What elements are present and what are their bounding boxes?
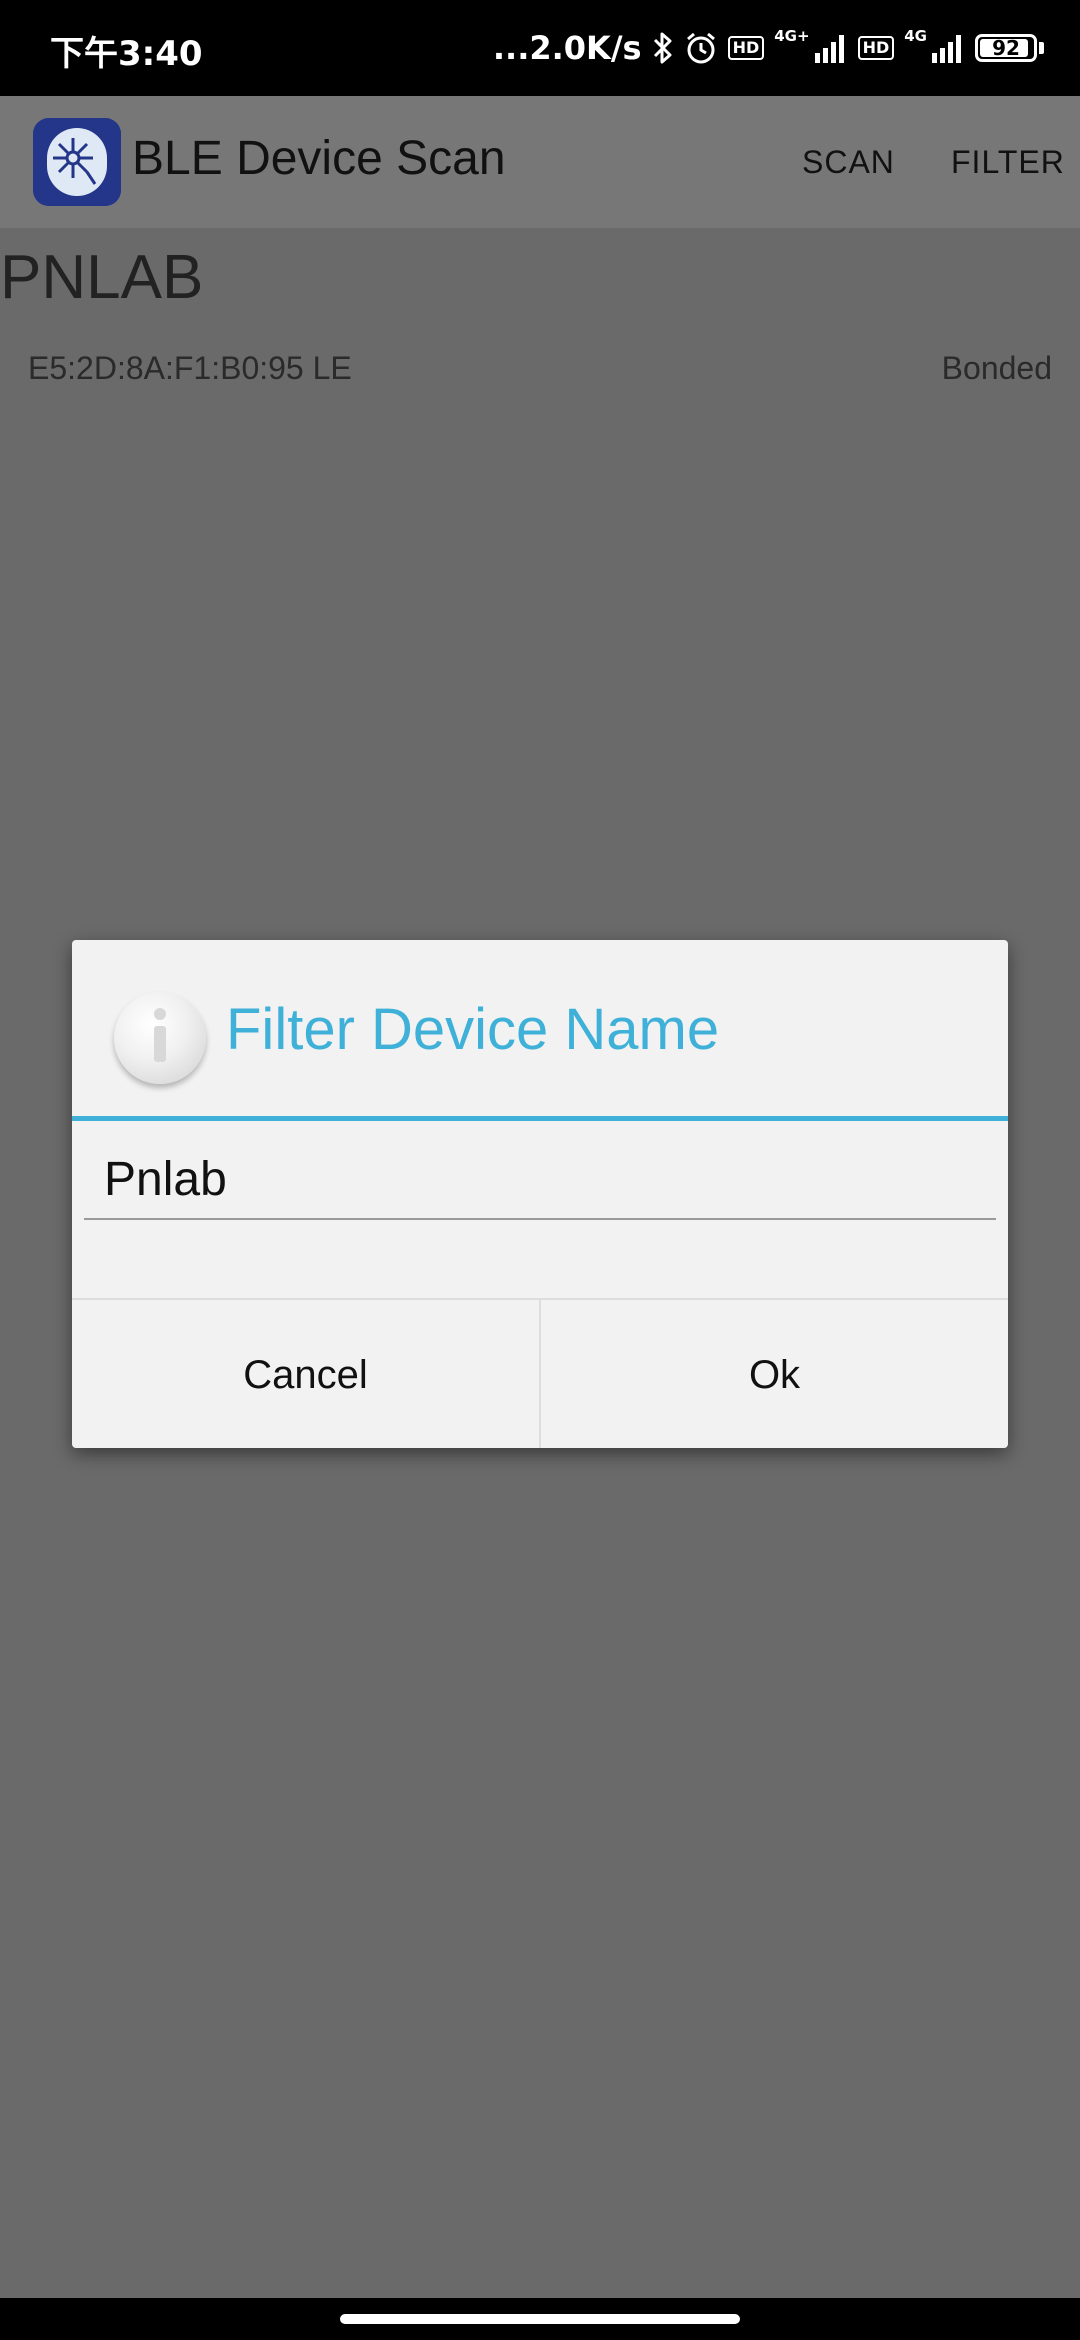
bluetooth-icon [652,31,674,65]
signal-icon [931,33,965,63]
hd-badge: HD [857,36,895,60]
dialog-buttons: Cancel Ok [72,1298,1008,1448]
filter-button[interactable]: FILTER [951,144,1065,181]
status-time: 下午3:40 [50,34,203,74]
device-name: PNLAB [0,243,204,312]
cancel-button[interactable]: Cancel [72,1300,539,1448]
network-speed: ...2.0K/s [492,29,642,67]
home-indicator[interactable] [340,2314,740,2324]
app-bar: BLE Device Scan SCAN FILTER [0,96,1080,228]
battery-nub [1039,42,1044,54]
bond-status: Bonded [941,350,1052,386]
dialog-header: Filter Device Name [72,940,1008,1116]
hd-badge: HD [727,36,765,60]
dialog-title: Filter Device Name [226,997,720,1062]
status-icons: ...2.0K/s HD 4G+ HD 4G 92 [493,22,1044,74]
signal-icon [814,33,848,63]
battery-icon: 92 [975,34,1037,62]
info-icon [114,992,206,1084]
app-title: BLE Device Scan [132,132,506,185]
network-type-label: 4G+ [774,27,810,45]
scan-button[interactable]: SCAN [802,144,895,181]
battery-level: 92 [992,36,1020,60]
ok-button[interactable]: Ok [539,1300,1008,1448]
filter-dialog: Filter Device Name Cancel Ok [72,940,1008,1448]
ble-app-icon [33,118,121,206]
dialog-divider [72,1116,1008,1121]
device-address: E5:2D:8A:F1:B0:95 LE [28,350,352,386]
status-bar: 下午3:40 ...2.0K/s HD 4G+ HD 4G 92 [0,0,1080,96]
network-type-label: 4G [904,27,927,45]
device-name-input[interactable] [84,1140,996,1220]
navigation-bar [0,2298,1080,2340]
alarm-icon [684,31,718,65]
